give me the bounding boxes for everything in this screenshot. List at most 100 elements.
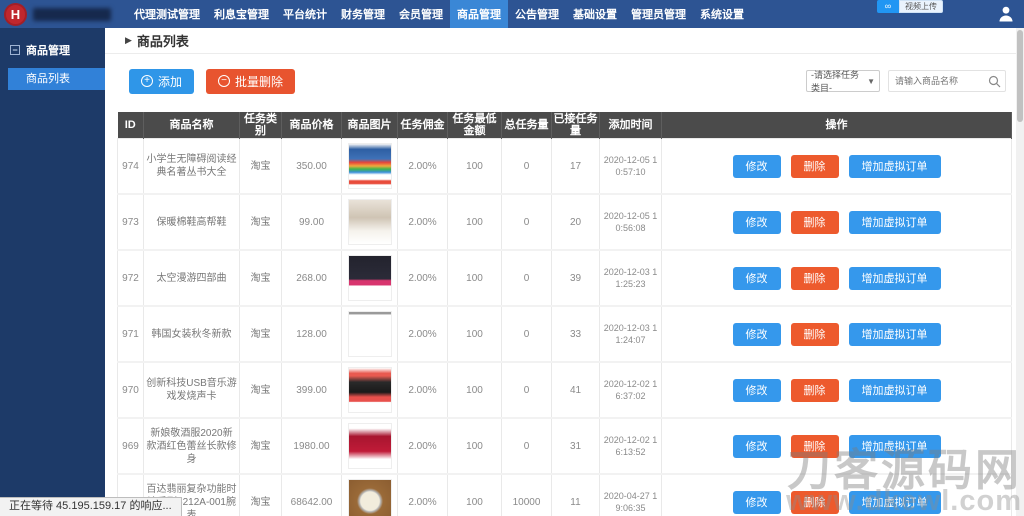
product-name-cell: 创新科技USB音乐游戏发烧声卡 xyxy=(144,362,240,418)
column-header: 已接任务量 xyxy=(552,112,600,139)
user-icon[interactable] xyxy=(996,4,1016,24)
column-header: 任务类别 xyxy=(240,112,282,139)
nav-item-4[interactable]: 会员管理 xyxy=(392,0,450,28)
category-cell: 淘宝 xyxy=(240,194,282,250)
batch-delete-button[interactable]: − 批量删除 xyxy=(206,69,295,94)
browser-status-text: 正在等待 45.195.159.17 的响应... xyxy=(0,497,182,516)
total-tasks-cell: 0 xyxy=(502,362,552,418)
thumbnail-cell xyxy=(342,306,398,362)
sidebar: − 商品管理 商品列表 xyxy=(0,28,105,516)
task-category-select-value: -请选择任务类目- xyxy=(811,68,867,94)
total-tasks-cell: 0 xyxy=(502,250,552,306)
delete-button[interactable]: 删除 xyxy=(791,211,839,234)
nav-item-9[interactable]: 系统设置 xyxy=(693,0,751,28)
taken-tasks-cell: 20 xyxy=(552,194,600,250)
edit-button[interactable]: 修改 xyxy=(733,491,781,514)
add-button-label: 添加 xyxy=(158,73,182,90)
price-cell: 68642.00 xyxy=(282,474,342,516)
nav-menu: 代理测试管理利息宝管理平台统计财务管理会员管理商品管理公告管理基础设置管理员管理… xyxy=(127,0,751,28)
delete-button[interactable]: 删除 xyxy=(791,323,839,346)
product-table: ID商品名称任务类别商品价格商品图片任务佣金任务最低金额总任务量已接任务量添加时… xyxy=(117,112,1012,516)
product-thumbnail xyxy=(348,199,392,245)
nav-item-8[interactable]: 管理员管理 xyxy=(624,0,693,28)
chevron-down-icon: ▼ xyxy=(867,77,875,86)
total-tasks-cell: 0 xyxy=(502,194,552,250)
add-virtual-order-button[interactable]: 增加虚拟订单 xyxy=(849,323,941,346)
thumbnail-cell xyxy=(342,250,398,306)
batch-delete-button-label: 批量删除 xyxy=(235,73,283,90)
product-thumbnail xyxy=(348,143,392,189)
delete-button[interactable]: 删除 xyxy=(791,435,839,458)
actions-cell: 修改删除增加虚拟订单 xyxy=(662,418,1012,474)
nav-item-0[interactable]: 代理测试管理 xyxy=(127,0,207,28)
search-input[interactable] xyxy=(889,72,981,90)
add-virtual-order-button[interactable]: 增加虚拟订单 xyxy=(849,211,941,234)
minus-circle-icon: − xyxy=(218,75,230,87)
vertical-scrollbar[interactable] xyxy=(1016,28,1024,516)
nav-item-7[interactable]: 基础设置 xyxy=(566,0,624,28)
edit-button[interactable]: 修改 xyxy=(733,267,781,290)
table-row: 970创新科技USB音乐游戏发烧声卡淘宝399.002.00%100041202… xyxy=(118,362,1012,418)
add-virtual-order-button[interactable]: 增加虚拟订单 xyxy=(849,267,941,290)
price-cell: 350.00 xyxy=(282,139,342,195)
min-amount-cell: 100 xyxy=(448,418,502,474)
commission-cell: 2.00% xyxy=(398,250,448,306)
delete-button[interactable]: 删除 xyxy=(791,155,839,178)
delete-button[interactable]: 删除 xyxy=(791,267,839,290)
scrollbar-thumb[interactable] xyxy=(1017,30,1023,122)
product-thumbnail xyxy=(348,311,392,357)
add-virtual-order-button[interactable]: 增加虚拟订单 xyxy=(849,435,941,458)
sidebar-group-label: 商品管理 xyxy=(26,42,70,58)
actions-cell: 修改删除增加虚拟订单 xyxy=(662,194,1012,250)
id-cell: 969 xyxy=(118,418,144,474)
delete-button[interactable]: 删除 xyxy=(791,491,839,514)
nav-item-5[interactable]: 商品管理 xyxy=(450,0,508,28)
toolbar: + 添加 − 批量删除 -请选择任务类目- ▼ xyxy=(105,54,1016,108)
edit-button[interactable]: 修改 xyxy=(733,155,781,178)
nav-item-2[interactable]: 平台统计 xyxy=(276,0,334,28)
upload-extension-badge[interactable]: ∞ 视频上传 xyxy=(877,0,943,13)
table-body: 974小学生无障碍阅读经典名著丛书大全淘宝350.002.00%10001720… xyxy=(118,139,1012,516)
actions-cell: 修改删除增加虚拟订单 xyxy=(662,362,1012,418)
edit-button[interactable]: 修改 xyxy=(733,435,781,458)
commission-cell: 2.00% xyxy=(398,306,448,362)
nav-item-6[interactable]: 公告管理 xyxy=(508,0,566,28)
edit-button[interactable]: 修改 xyxy=(733,379,781,402)
brand-logo-icon[interactable]: H xyxy=(4,3,27,26)
add-virtual-order-button[interactable]: 增加虚拟订单 xyxy=(849,155,941,178)
column-header: 任务佣金 xyxy=(398,112,448,139)
sidebar-item-product-list[interactable]: 商品列表 xyxy=(8,68,105,90)
edit-button[interactable]: 修改 xyxy=(733,323,781,346)
category-cell: 淘宝 xyxy=(240,139,282,195)
search-box xyxy=(888,70,1006,92)
add-virtual-order-button[interactable]: 增加虚拟订单 xyxy=(849,379,941,402)
product-name-cell: 小学生无障碍阅读经典名著丛书大全 xyxy=(144,139,240,195)
sidebar-group-product-management[interactable]: − 商品管理 xyxy=(0,28,105,68)
search-icon[interactable] xyxy=(988,75,1001,88)
price-cell: 268.00 xyxy=(282,250,342,306)
taken-tasks-cell: 39 xyxy=(552,250,600,306)
add-virtual-order-button[interactable]: 增加虚拟订单 xyxy=(849,491,941,514)
product-name-cell: 太空漫游四部曲 xyxy=(144,250,240,306)
table-row: 969新娘敬酒服2020新款酒红色蕾丝长款修身淘宝1980.002.00%100… xyxy=(118,418,1012,474)
table-row: 971韩国女装秋冬新款淘宝128.002.00%1000332020-12-03… xyxy=(118,306,1012,362)
min-amount-cell: 100 xyxy=(448,250,502,306)
main-content: ▶ 商品列表 + 添加 − 批量删除 -请选择任务类目- ▼ xyxy=(105,28,1016,516)
add-button[interactable]: + 添加 xyxy=(129,69,194,94)
delete-button[interactable]: 删除 xyxy=(791,379,839,402)
edit-button[interactable]: 修改 xyxy=(733,211,781,234)
id-cell: 974 xyxy=(118,139,144,195)
min-amount-cell: 100 xyxy=(448,362,502,418)
product-thumbnail xyxy=(348,255,392,301)
nav-item-3[interactable]: 财务管理 xyxy=(334,0,392,28)
taken-tasks-cell: 11 xyxy=(552,474,600,516)
actions-cell: 修改删除增加虚拟订单 xyxy=(662,306,1012,362)
thumbnail-cell xyxy=(342,194,398,250)
task-category-select[interactable]: -请选择任务类目- ▼ xyxy=(806,70,880,92)
column-header: 商品价格 xyxy=(282,112,342,139)
nav-item-1[interactable]: 利息宝管理 xyxy=(207,0,276,28)
added-time-cell: 2020-12-02 16:13:52 xyxy=(600,418,662,474)
plus-circle-icon: + xyxy=(141,75,153,87)
actions-cell: 修改删除增加虚拟订单 xyxy=(662,474,1012,516)
min-amount-cell: 100 xyxy=(448,474,502,516)
